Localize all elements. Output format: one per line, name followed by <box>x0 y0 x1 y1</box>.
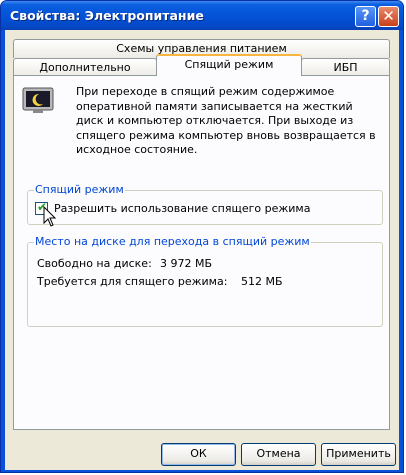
apply-button[interactable]: Применить <box>321 443 396 466</box>
dialog-client-area: Схемы управления питанием Дополнительно … <box>5 30 399 470</box>
apply-button-label: Применить <box>326 447 391 460</box>
cancel-button[interactable]: Отмена <box>241 443 316 466</box>
enable-hibernate-label[interactable]: Разрешить использование спящего режима <box>54 202 310 215</box>
free-space-value: 3 972 МБ <box>160 257 213 270</box>
tab-hibernate[interactable]: Спящий режим <box>156 54 302 76</box>
ok-button[interactable]: ОК <box>161 443 236 466</box>
required-space-label: Требуется для спящего режима: <box>37 275 228 288</box>
help-button[interactable]: ? <box>355 6 376 27</box>
mouse-pointer-icon <box>43 206 57 227</box>
disk-space-group-legend: Место на диске для перехода в спящий реж… <box>34 235 311 248</box>
description-text: При переходе в спящий режим содержимое о… <box>76 85 376 156</box>
dialog-window: Свойства: Электропитание ? ✕ Схемы управ… <box>0 0 404 473</box>
close-icon: ✕ <box>382 7 395 25</box>
hibernate-group-legend: Спящий режим <box>34 183 125 196</box>
required-space-value: 512 МБ <box>241 275 283 288</box>
window-title: Свойства: Электропитание <box>10 8 204 23</box>
close-button[interactable]: ✕ <box>378 6 399 27</box>
ok-button-label: ОК <box>190 447 207 460</box>
tab-hibernate-label: Спящий режим <box>184 58 274 71</box>
help-icon: ? <box>361 8 370 24</box>
cancel-button-label: Отмена <box>256 447 301 460</box>
hibernate-monitor-icon <box>22 87 54 113</box>
free-space-label: Свободно на диске: <box>37 257 152 270</box>
title-bar[interactable]: Свойства: Электропитание ? ✕ <box>1 1 403 30</box>
tab-ups-label: ИБП <box>333 61 358 74</box>
tab-advanced-label: Дополнительно <box>39 61 131 74</box>
